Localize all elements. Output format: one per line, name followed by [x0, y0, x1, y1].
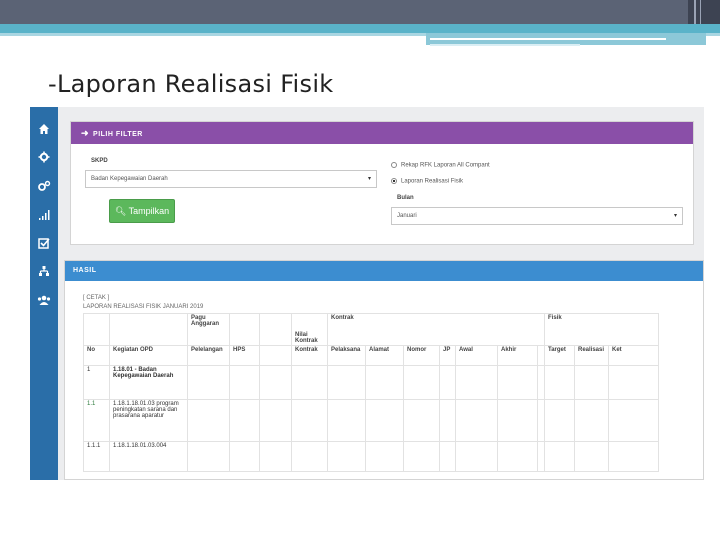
home-icon[interactable]: [36, 123, 52, 139]
result-panel-header: HASIL: [65, 261, 703, 281]
col-awal-header: Awal: [455, 345, 498, 366]
row-kegiatan: 1.18.01 - Badan Kepegawaian Daerah: [109, 365, 188, 400]
row-no: 1.1.1: [83, 441, 110, 472]
report-table: Pagu Anggaran Nilai Kontrak Kontrak Fisi…: [83, 313, 659, 472]
col-target-header: Target: [544, 345, 575, 366]
col-nomor-header: Nomor: [403, 345, 440, 366]
sitemap-icon[interactable]: [36, 265, 52, 281]
app-screenshot: ➜ PILIH FILTER SKPD Badan Kepegawaian Dae…: [30, 107, 704, 480]
search-icon: 🔍︎: [114, 206, 127, 216]
radio-circle-selected: [391, 178, 397, 184]
filter-panel: ➜ PILIH FILTER SKPD Badan Kepegawaian Dae…: [70, 121, 694, 245]
table-row: 1.1 1.18.1.18.01.03 program peningkatan …: [83, 399, 659, 442]
col-akhir-header: Akhir: [497, 345, 538, 366]
users-icon[interactable]: [36, 294, 52, 310]
slide-decor-line: [694, 0, 696, 24]
slide-title: -Laporan Realisasi Fisik: [48, 70, 334, 98]
filter-panel-title: PILIH FILTER: [93, 131, 143, 138]
filter-panel-header: ➜ PILIH FILTER: [71, 122, 693, 144]
col-kegiatan-header: Kegiatan OPD: [109, 345, 188, 366]
col-fisik-group-header: Fisik: [544, 313, 659, 346]
col-alamat-header: Alamat: [365, 345, 404, 366]
radio-circle: [391, 162, 397, 168]
slide-decor-line: [430, 44, 580, 46]
gears-icon[interactable]: [36, 180, 52, 196]
col-realisasi-header: Realisasi: [574, 345, 609, 366]
col-spacer: [259, 345, 292, 366]
col-spacer: [229, 313, 260, 346]
skpd-label: SKPD: [91, 158, 108, 164]
print-link[interactable]: [ CETAK ]: [83, 295, 109, 301]
col-pelaksana-header: Pelaksana: [327, 345, 366, 366]
sidebar: [30, 107, 58, 480]
col-no-spacer: [83, 313, 110, 346]
radio-realisasi-fisik[interactable]: Laporan Realisasi Fisik: [391, 178, 463, 185]
caret-down-icon: ▾: [673, 213, 677, 219]
col-kegiatan-spacer: [109, 313, 188, 346]
tampilkan-button-label: Tampilkan: [128, 206, 170, 216]
slide-top-bar: [0, 0, 720, 24]
bulan-label: Bulan: [397, 195, 414, 201]
table-row: 1 1.18.01 - Badan Kepegawaian Daerah: [83, 365, 659, 400]
col-jp-header: JP: [439, 345, 456, 366]
checkbox-icon[interactable]: [36, 237, 52, 253]
arrow-right-icon: ➜: [81, 128, 90, 138]
col-ket-header: Ket: [608, 345, 659, 366]
slide-decor-line: [430, 38, 666, 40]
row-kegiatan: 1.18.1.18.01.03.004: [109, 441, 188, 472]
col-spacer: [259, 313, 292, 346]
skpd-select-value: Badan Kepegawaian Daerah: [91, 176, 168, 182]
bulan-select-value: Januari: [397, 213, 417, 219]
table-row: 1.1.1 1.18.1.18.01.03.004: [83, 441, 659, 472]
bulan-select[interactable]: Januari ▾: [391, 207, 683, 225]
slide-top-corner: [688, 0, 720, 24]
col-nilai-header: Nilai Kontrak: [291, 313, 328, 346]
col-no-header: No: [83, 345, 110, 366]
report-title: LAPORAN REALISASI FISIK JANUARI 2019: [83, 304, 204, 310]
col-pagu-header: Pagu Anggaran: [187, 313, 230, 346]
col-hps-header: HPS: [229, 345, 260, 366]
gear-icon[interactable]: [36, 151, 52, 167]
radio-rekap-rfk-label: Rekap RFK Laporan All Compant: [401, 162, 490, 169]
radio-realisasi-fisik-label: Laporan Realisasi Fisik: [401, 178, 464, 185]
col-pelelangan-header: Pelelangan: [187, 345, 230, 366]
row-no: 1.1: [83, 399, 110, 442]
row-kegiatan: 1.18.1.18.01.03 program peningkatan sara…: [109, 399, 188, 442]
row-no: 1: [83, 365, 110, 400]
bar-chart-icon[interactable]: [36, 209, 52, 225]
col-kontrak-group-header: Kontrak: [327, 313, 545, 346]
slide-decor-line: [700, 0, 701, 24]
col-spacer: [537, 345, 545, 366]
result-panel: HASIL [ CETAK ] LAPORAN REALISASI FISIK …: [64, 260, 704, 480]
slide-accent-bar: [0, 24, 720, 33]
caret-down-icon: ▾: [367, 176, 371, 182]
tampilkan-button[interactable]: 🔍︎ Tampilkan: [109, 199, 175, 223]
radio-rekap-rfk[interactable]: Rekap RFK Laporan All Compant: [391, 162, 490, 169]
skpd-select[interactable]: Badan Kepegawaian Daerah ▾: [85, 170, 377, 188]
col-kontrak-header: Kontrak: [291, 345, 328, 366]
